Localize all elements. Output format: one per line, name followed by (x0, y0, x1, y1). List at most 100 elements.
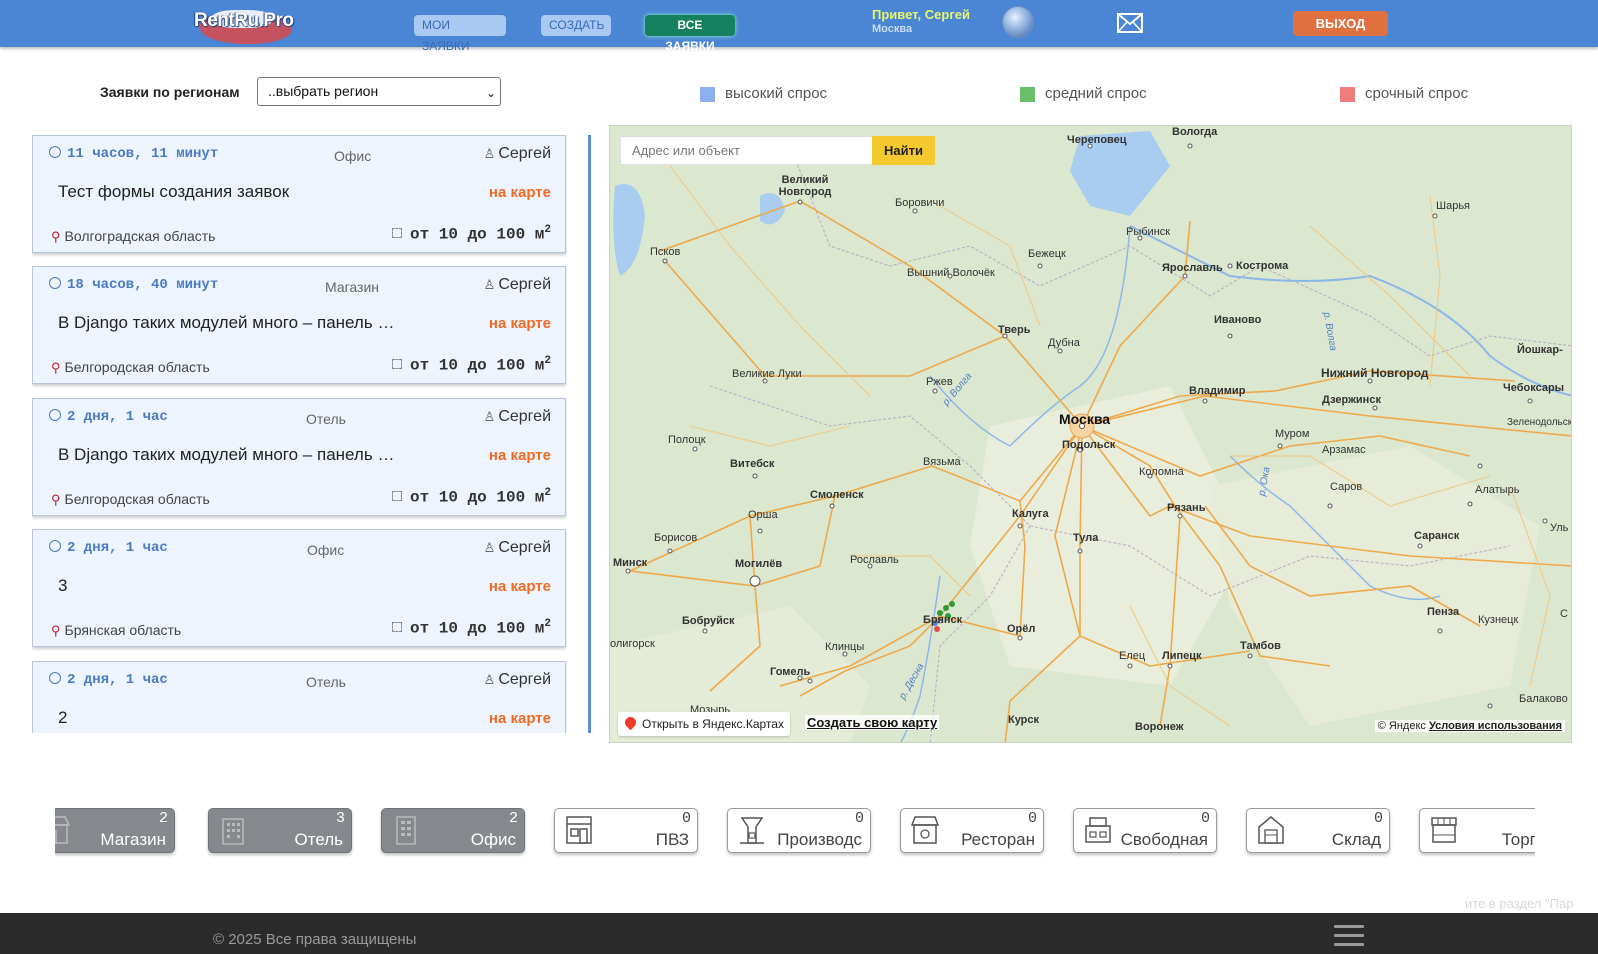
city-label: Алатырь (1475, 484, 1520, 496)
category-hotel[interactable]: 3 Отель (208, 808, 352, 853)
request-card[interactable]: 2 дня, 1 час Офис ♙ Сергей 3 на карте ⚲ Бр… (32, 529, 566, 647)
city-label: Гомель (770, 666, 811, 678)
request-area: от 10 до 100 м2 (391, 355, 551, 374)
city-label: Уль (1550, 522, 1569, 534)
category-label: Магазин (100, 830, 166, 849)
city-label: Орёл (1007, 623, 1036, 635)
open-in-yandex-button[interactable]: Открыть в Яндекс.Картах (618, 712, 790, 736)
show-on-map-link[interactable]: на карте (489, 578, 551, 595)
clock-icon (49, 277, 61, 289)
footer: © 2025 Все права защищены (0, 913, 1598, 954)
request-card[interactable]: 2 дня, 1 час Отель ♙ Сергей В Django таки… (32, 398, 566, 516)
city-label: Кузнецк (1478, 614, 1519, 626)
category-pickup-point[interactable]: 0 ПВЗ (554, 808, 698, 853)
mail-icon[interactable] (1117, 13, 1143, 33)
clock-icon (49, 409, 61, 421)
request-card[interactable]: 2 дня, 1 час Отель ♙ Сергей 2 на карте (32, 661, 566, 733)
show-on-map-link[interactable]: на карте (489, 710, 551, 727)
request-user: ♙ Сергей (483, 145, 551, 162)
category-production[interactable]: 0 Производс (727, 808, 871, 853)
city-label: Дзержинск (1322, 394, 1381, 406)
map-find-button[interactable]: Найти (872, 136, 935, 165)
factory-icon (740, 817, 764, 844)
legend-high-demand: высокий спрос (725, 85, 828, 102)
request-title[interactable]: В Django таких модулей много – панель уп… (58, 445, 398, 465)
area-icon (391, 491, 402, 502)
request-type: Магазин (325, 279, 380, 295)
category-restaurant[interactable]: 0 Ресторан (900, 808, 1044, 853)
request-title[interactable]: 3 (58, 576, 398, 596)
city-label: Минск (613, 557, 648, 569)
request-area: от 10 до 100 м2 (391, 487, 551, 506)
city-label: Чебоксары (1503, 382, 1565, 394)
request-time: 2 дня, 1 час (49, 409, 168, 425)
user-icon: ♙ (483, 146, 496, 161)
create-map-link[interactable]: Создать свою карту (805, 715, 940, 730)
region-select[interactable]: ..выбрать регион ⌄ (257, 77, 501, 106)
city-label: Шарья (1436, 200, 1471, 212)
request-card[interactable]: 11 часов, 11 минут Офис ♙ Сергей Тест фор… (32, 135, 566, 253)
pickup-point-icon (566, 816, 592, 844)
all-requests-button[interactable]: ВСЕ ЗАЯВКИ (645, 15, 735, 53)
request-title[interactable]: 2 (58, 708, 398, 728)
category-bar[interactable]: 2 Магазин 3 Отель 2 Офис 0 ПВЗ 0 Произво… (55, 808, 1535, 858)
terms-link[interactable]: Условия использования (1429, 720, 1562, 732)
location-pin-icon: ⚲ (51, 229, 61, 244)
city-label: Саров (1330, 481, 1363, 493)
greeting-text: Привет, Сергей (872, 7, 970, 22)
city-label: Великие Луки (732, 368, 802, 380)
request-title[interactable]: В Django таких модулей много – панель уп… (58, 313, 398, 333)
category-warehouse[interactable]: 0 Склад (1246, 808, 1390, 853)
category-count: 0 (1027, 810, 1037, 827)
request-user: ♙ Сергей (483, 671, 551, 688)
category-free-purpose[interactable]: 0 Свободная (1073, 808, 1217, 853)
city-label: Владимир (1189, 385, 1246, 397)
hotel-icon (222, 818, 244, 845)
request-card[interactable]: 18 часов, 40 минут Магазин ♙ Сергей В Dja… (32, 266, 566, 384)
site-logo[interactable]: RentRu.Pro (192, 2, 302, 46)
create-button[interactable]: СОЗДАТЬ (541, 15, 611, 36)
category-label: Ресторан (961, 830, 1035, 849)
city-label: Пенза (1427, 606, 1460, 618)
show-on-map-link[interactable]: на карте (489, 315, 551, 332)
requests-list[interactable]: 11 часов, 11 минут Офис ♙ Сергей Тест фор… (32, 135, 567, 733)
free-purpose-icon (1085, 817, 1111, 843)
request-area: от 10 до 100 м2 (391, 618, 551, 637)
request-time: 2 дня, 1 час (49, 672, 168, 688)
category-trade[interactable]: Торгов (1419, 808, 1535, 853)
my-requests-button[interactable]: МОИ ЗАЯВКИ (414, 15, 506, 53)
request-type: Офис (307, 542, 345, 558)
request-title[interactable]: Тест формы создания заявок (58, 182, 398, 202)
city-label: Орша (748, 509, 778, 521)
clock-icon (49, 540, 61, 552)
location-pin-icon: ⚲ (51, 623, 61, 638)
logout-button[interactable]: ВЫХОД (1293, 11, 1388, 36)
category-office[interactable]: 2 Офис (381, 808, 525, 853)
map-copyright: © Яндекс Условия использования (1374, 720, 1565, 732)
city-label: Липецк (1162, 650, 1202, 662)
request-user: ♙ Сергей (483, 539, 551, 556)
yandex-map[interactable]: Москва Подольск Тверь Ярославль Кострома… (609, 125, 1572, 743)
request-region: ⚲ Брянская область (51, 622, 182, 638)
city-label: Елец (1119, 650, 1146, 662)
map-search-input[interactable]: Адрес или объект (620, 136, 874, 165)
city-label: Псков (650, 246, 681, 258)
request-region: ⚲ Белгородская область (51, 359, 210, 375)
legend-medium-demand: средний спрос (1045, 85, 1147, 102)
city-label: Бежецк (1028, 248, 1066, 260)
city-label: Калуга (1012, 508, 1049, 520)
avatar[interactable] (1002, 6, 1034, 38)
hamburger-menu-icon[interactable] (1334, 925, 1364, 947)
city-label: Рязань (1167, 502, 1206, 514)
request-user: ♙ Сергей (483, 408, 551, 425)
request-time: 11 часов, 11 минут (49, 146, 218, 162)
city-label: Витебск (730, 458, 775, 470)
city-label: Саранск (1414, 530, 1460, 542)
category-count: 0 (854, 810, 864, 827)
category-shop[interactable]: 2 Магазин (55, 808, 175, 853)
list-scrollbar[interactable] (588, 135, 591, 733)
city-label: Рыбинск (1126, 226, 1171, 238)
show-on-map-link[interactable]: на карте (489, 447, 551, 464)
show-on-map-link[interactable]: на карте (489, 184, 551, 201)
legend-swatch-high (700, 87, 715, 102)
